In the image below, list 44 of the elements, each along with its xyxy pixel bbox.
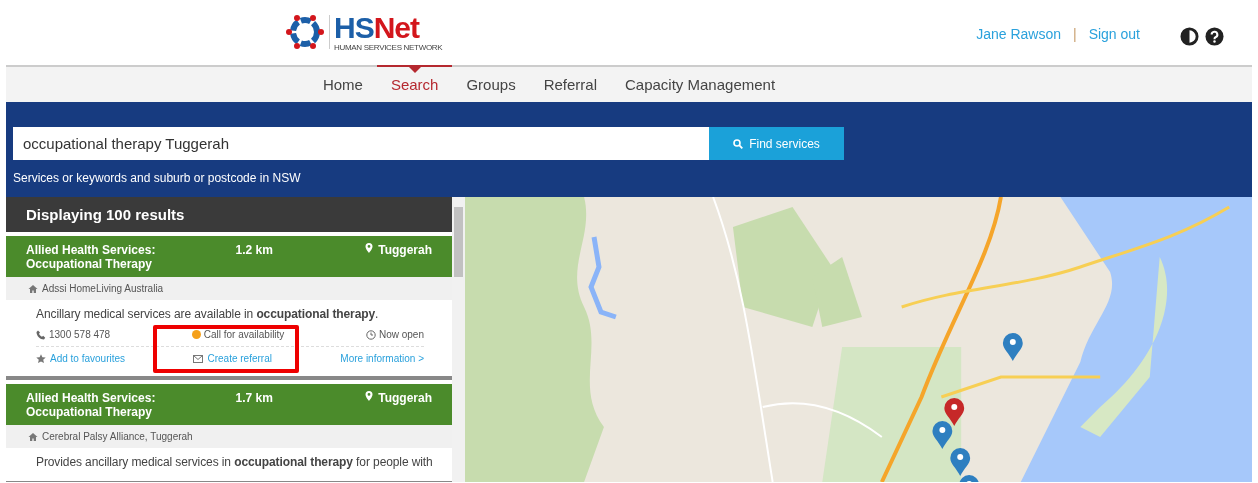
availability-status: Call for availability: [203, 329, 285, 340]
service-title[interactable]: Allied Health Services: Occupational Therapy: [26, 391, 201, 419]
suburb: Tuggerah: [378, 391, 432, 407]
phone-icon: [36, 329, 46, 340]
logo-icon: [285, 12, 325, 52]
nav-tab[interactable]: Home: [308, 65, 377, 102]
home-icon: [28, 283, 38, 294]
service-title[interactable]: Allied Health Services: Occupational Therapy: [26, 243, 201, 271]
home-icon: [28, 431, 38, 442]
search-hint: Services or keywords and suburb or postcode in NSW: [13, 171, 302, 185]
distance: 1.2 km: [235, 243, 274, 259]
scrollbar-thumb[interactable]: [454, 207, 463, 277]
scrollbar[interactable]: [452, 197, 465, 482]
search-field[interactable]: occupational therapy Tuggerah: [13, 127, 709, 160]
service-description: Ancillary medical services are available in occupational therapy.: [36, 307, 380, 321]
create-referral-link[interactable]: Create referral: [207, 353, 272, 364]
more-information-link[interactable]: More information >: [340, 353, 424, 364]
clock-icon: [365, 329, 376, 340]
location-pin-icon: [364, 243, 375, 253]
provider-name: Cerebral Palsy Alliance, Tuggerah: [42, 431, 193, 442]
nav-tab[interactable]: Groups: [452, 65, 530, 102]
suburb: Tuggerah: [378, 243, 432, 259]
logo-text: HSNet: [334, 12, 421, 43]
envelope-icon: [193, 353, 204, 364]
logo-tagline: HUMAN SERVICES NETWORK: [334, 42, 443, 52]
location-pin-icon: [364, 391, 375, 401]
phone-number: 1300 578 478: [49, 329, 111, 340]
service-description: Provides ancillary medical services in occupational therapy for people with: [36, 455, 434, 469]
search-icon: [733, 138, 744, 149]
contrast-icon[interactable]: [1180, 27, 1199, 46]
star-icon: [36, 353, 46, 364]
find-services-button[interactable]: Find services: [709, 127, 844, 160]
caret-icon: [408, 67, 421, 73]
sign-out-link[interactable]: Sign out: [1088, 26, 1140, 42]
add-to-favourites-link[interactable]: Add to favourites: [50, 353, 126, 364]
separator: |: [1073, 26, 1077, 42]
nav-tab[interactable]: Capacity Management: [611, 65, 790, 102]
user-link[interactable]: Jane Rawson: [976, 26, 1061, 42]
distance: 1.7 km: [235, 391, 274, 407]
results-heading: Displaying 100 results: [6, 197, 452, 232]
opening-status: Now open: [378, 329, 424, 340]
provider-name: Adssi HomeLiving Australia: [42, 283, 164, 294]
nav-tab[interactable]: Referral: [529, 65, 611, 102]
help-icon[interactable]: [1205, 27, 1224, 46]
